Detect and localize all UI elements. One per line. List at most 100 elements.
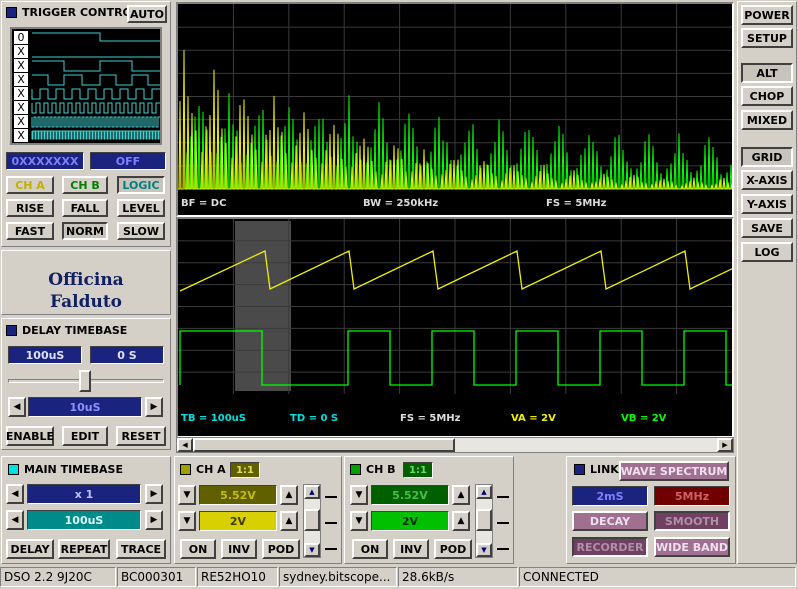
cha-volts-down-button[interactable]: ▼	[178, 511, 196, 531]
main-repeat-button[interactable]: REPEAT	[58, 539, 110, 559]
trigger-ch-b-button[interactable]: CH B	[62, 176, 108, 194]
cha-ratio-field[interactable]: 1:1	[230, 462, 260, 478]
chb-slider-up-button[interactable]: ▲	[476, 485, 492, 499]
chevron-up-icon: ▲	[286, 490, 293, 500]
tick-mark	[325, 522, 337, 524]
arrow-left-icon: ◀	[14, 402, 21, 412]
save-button[interactable]: SAVE	[741, 218, 793, 238]
main-time-field[interactable]: 100uS	[27, 510, 141, 530]
trigger-bit-7[interactable]: X	[14, 129, 28, 142]
chb-on-button[interactable]: ON	[352, 539, 388, 559]
trigger-bit-0[interactable]: 0	[14, 31, 28, 44]
log-button[interactable]: LOG	[741, 242, 793, 262]
delay-step-right-button[interactable]: ▶	[145, 397, 163, 417]
delay-time-field[interactable]: 100uS	[8, 346, 82, 364]
cha-volts-up-button[interactable]: ▲	[280, 511, 298, 531]
chb-volts-field[interactable]: 2V	[371, 511, 449, 531]
trigger-bit-1[interactable]: X	[14, 45, 28, 58]
delay-slider-thumb[interactable]	[79, 370, 91, 392]
chb-offset-down-button[interactable]: ▼	[350, 485, 368, 505]
delay-offset-field[interactable]: 0 S	[90, 346, 164, 364]
mixed-button[interactable]: MIXED	[741, 110, 793, 130]
trigger-bit-6[interactable]: X	[14, 115, 28, 128]
chb-ratio-field[interactable]: 1:1	[403, 462, 433, 478]
cha-offset-field[interactable]: 5.52V	[199, 485, 277, 505]
power-button[interactable]: POWER	[741, 5, 793, 25]
cha-inv-button[interactable]: INV	[221, 539, 257, 559]
delay-edit-button[interactable]: EDIT	[62, 426, 108, 446]
recorder-button[interactable]: RECORDER	[572, 537, 648, 557]
trigger-mask-field[interactable]: 0XXXXXXX	[6, 152, 84, 170]
auto-button[interactable]: AUTO	[127, 5, 167, 23]
trigger-fast-button[interactable]: FAST	[6, 222, 54, 240]
main-time-left-button[interactable]: ◀	[6, 510, 24, 530]
decay-button[interactable]: DECAY	[572, 511, 648, 531]
logic-waveforms	[12, 29, 160, 143]
alt-button[interactable]: ALT	[741, 63, 793, 83]
chb-vertical-slider[interactable]: ▲ ▼	[475, 484, 493, 558]
delay-reset-button[interactable]: RESET	[116, 426, 166, 446]
chop-button[interactable]: CHOP	[741, 86, 793, 106]
waveform-scrollbar[interactable]: ◀ ▶	[176, 437, 734, 453]
wave-spectrum-button[interactable]: WAVE SPECTRUM	[619, 461, 729, 481]
x-axis-button[interactable]: X-AXIS	[741, 170, 793, 190]
scroll-right-button[interactable]: ▶	[717, 438, 733, 452]
link-title: LINK	[590, 463, 619, 476]
cha-offset-up-button[interactable]: ▲	[280, 485, 298, 505]
trigger-rise-button[interactable]: RISE	[6, 199, 54, 217]
main-time-right-button[interactable]: ▶	[145, 510, 163, 530]
cha-title: CH A	[196, 463, 226, 476]
waveform-display: TB = 100uS TD = 0 S FS = 5MHz VA = 2V VB…	[176, 217, 734, 438]
main-trace-button[interactable]: TRACE	[116, 539, 166, 559]
chb-volts-up-button[interactable]: ▲	[452, 511, 470, 531]
chb-inv-button[interactable]: INV	[393, 539, 429, 559]
cha-pod-button[interactable]: POD	[262, 539, 300, 559]
trigger-bit-2[interactable]: X	[14, 59, 28, 72]
wide-band-button[interactable]: WIDE BAND	[654, 537, 730, 557]
trigger-norm-button[interactable]: NORM	[62, 222, 108, 240]
delay-step-left-button[interactable]: ◀	[8, 397, 26, 417]
cha-slider-thumb[interactable]	[304, 509, 320, 531]
trigger-ch-a-button[interactable]: CH A	[6, 176, 54, 194]
spectrum-fs-label: FS = 5MHz	[546, 198, 606, 209]
link-freq-field[interactable]: 5MHz	[654, 486, 730, 506]
chb-slider-thumb[interactable]	[476, 509, 492, 531]
cha-on-button[interactable]: ON	[180, 539, 216, 559]
cha-volts-field[interactable]: 2V	[199, 511, 277, 531]
chb-pod-button[interactable]: POD	[434, 539, 472, 559]
tick-mark	[497, 548, 509, 550]
trigger-bit-5[interactable]: X	[14, 101, 28, 114]
cha-vertical-slider[interactable]: ▲ ▼	[303, 484, 321, 558]
y-axis-button[interactable]: Y-AXIS	[741, 194, 793, 214]
scroll-thumb[interactable]	[193, 438, 455, 452]
trigger-bit-4[interactable]: X	[14, 87, 28, 100]
cha-offset-down-button[interactable]: ▼	[178, 485, 196, 505]
delay-step-field[interactable]: 10uS	[28, 397, 142, 417]
chb-title: CH B	[366, 463, 396, 476]
cha-slider-up-button[interactable]: ▲	[304, 485, 320, 499]
main-mult-left-button[interactable]: ◀	[6, 484, 24, 504]
delay-enable-button[interactable]: ENABLE	[6, 426, 54, 446]
main-mult-right-button[interactable]: ▶	[145, 484, 163, 504]
chb-volts-down-button[interactable]: ▼	[350, 511, 368, 531]
trigger-fall-button[interactable]: FALL	[62, 199, 108, 217]
main-delay-button[interactable]: DELAY	[6, 539, 54, 559]
scroll-left-button[interactable]: ◀	[177, 438, 193, 452]
cha-slider-down-button[interactable]: ▼	[304, 543, 320, 557]
status-version: DSO 2.2 9J20C	[0, 567, 116, 587]
cha-header: CH A	[180, 463, 226, 476]
trigger-level-button[interactable]: LEVEL	[117, 199, 165, 217]
smooth-button[interactable]: SMOOTH	[654, 511, 730, 531]
link-time-field[interactable]: 2mS	[572, 486, 648, 506]
setup-button[interactable]: SETUP	[741, 28, 793, 48]
chevron-down-icon: ▼	[184, 490, 191, 500]
trigger-logic-button[interactable]: LOGIC	[117, 176, 165, 194]
trigger-slow-button[interactable]: SLOW	[117, 222, 165, 240]
trigger-state-field[interactable]: OFF	[90, 152, 166, 170]
main-mult-field[interactable]: x 1	[27, 484, 141, 504]
chb-offset-field[interactable]: 5.52V	[371, 485, 449, 505]
grid-button[interactable]: GRID	[741, 147, 793, 167]
trigger-bit-3[interactable]: X	[14, 73, 28, 86]
chb-slider-down-button[interactable]: ▼	[476, 543, 492, 557]
chb-offset-up-button[interactable]: ▲	[452, 485, 470, 505]
